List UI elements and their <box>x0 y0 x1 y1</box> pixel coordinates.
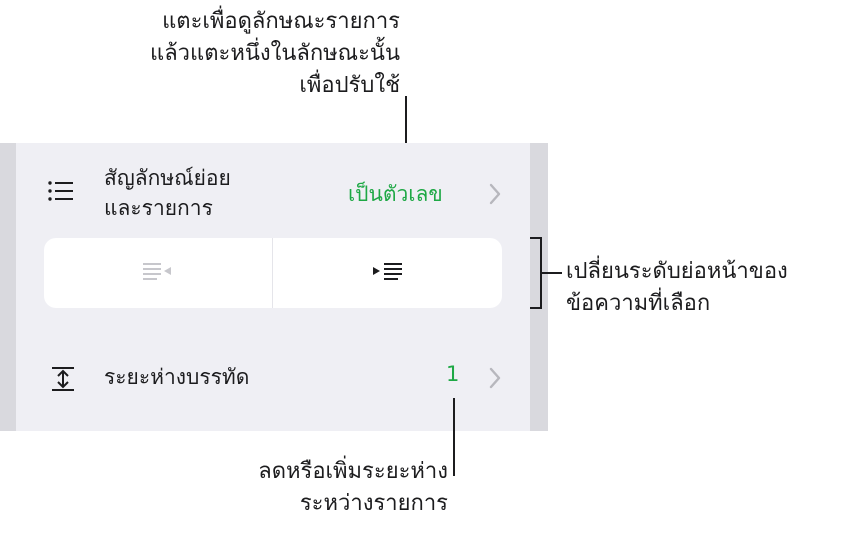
callout-text-line: ข้อความที่เลือก <box>566 291 711 316</box>
callout-line-bottom <box>453 398 455 476</box>
callout-text-line: ลดหรือเพิ่มระยะห่าง <box>258 459 448 484</box>
callout-list-style: แตะเพื่อดูลักษณะรายการ แล้วแตะหนึ่งในลัก… <box>150 6 400 102</box>
list-bullets-icon <box>48 180 74 202</box>
line-spacing-title: ระยะห่างบรรทัด <box>104 365 250 389</box>
callout-line-right <box>542 272 562 274</box>
increase-indent-button[interactable] <box>273 238 502 308</box>
callout-text-line: แล้วแตะหนึ่งในลักษณะนั้น <box>150 41 400 66</box>
callout-text-line: ระหว่างรายการ <box>299 491 448 516</box>
callout-text-line: เปลี่ยนระดับย่อหน้าของ <box>566 259 788 284</box>
line-spacing-icon <box>50 366 76 392</box>
line-spacing-value[interactable]: 1 <box>446 362 459 386</box>
decrease-indent-button[interactable] <box>44 238 272 308</box>
callout-bracket-bottom <box>530 307 542 309</box>
chevron-right-icon <box>488 365 502 391</box>
bullets-lists-row[interactable] <box>16 150 530 234</box>
outdent-icon <box>141 261 175 285</box>
callout-text-line: เพื่อปรับใช้ <box>299 73 400 98</box>
indent-icon <box>371 261 405 285</box>
bullets-lists-title-line: สัญลักษณ์ย่อย <box>104 166 231 190</box>
list-style-value[interactable]: เป็นตัวเลข <box>348 178 443 211</box>
callout-indent: เปลี่ยนระดับย่อหน้าของ ข้อความที่เลือก <box>566 256 788 320</box>
bullets-lists-title: สัญลักษณ์ย่อย และรายการ <box>104 163 231 223</box>
callout-text-line: แตะเพื่อดูลักษณะรายการ <box>162 9 400 34</box>
callout-spacing: ลดหรือเพิ่มระยะห่าง ระหว่างรายการ <box>258 456 448 520</box>
chevron-right-icon <box>488 181 502 207</box>
bullets-lists-title-line: และรายการ <box>104 196 213 220</box>
